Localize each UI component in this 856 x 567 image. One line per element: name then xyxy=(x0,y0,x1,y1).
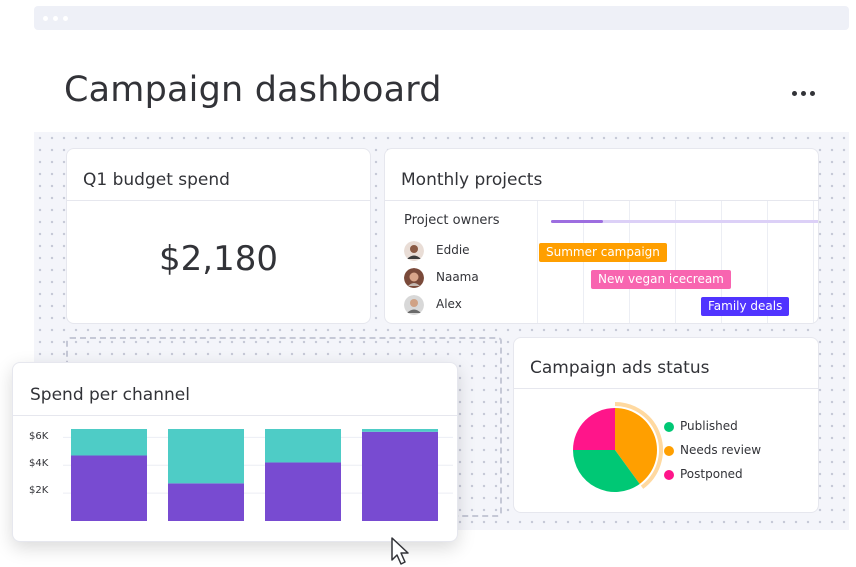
projects-card: Monthly projects Project owners Eddie Na… xyxy=(384,148,819,324)
card-divider xyxy=(67,200,370,201)
owner-name: Naama xyxy=(436,270,479,284)
timeline-progress xyxy=(551,220,603,223)
spend-bar-chart xyxy=(63,429,453,521)
bar-segment xyxy=(265,462,341,521)
spend-card[interactable]: Spend per channel $6K $4K $2K xyxy=(12,362,458,542)
mouse-cursor-icon xyxy=(391,537,409,565)
projects-card-title: Monthly projects xyxy=(401,170,543,190)
pie-slice-postponed xyxy=(573,408,615,450)
legend-label: Postponed xyxy=(680,467,743,481)
status-card-title: Campaign ads status xyxy=(530,358,710,378)
budget-card-title: Q1 budget spend xyxy=(83,170,230,190)
task-bar-vegan-icecream[interactable]: New vegan icecream xyxy=(591,270,731,289)
spend-card-title: Spend per channel xyxy=(30,385,190,405)
status-pie-chart xyxy=(573,402,663,492)
owner-name: Eddie xyxy=(436,243,470,257)
window-dot xyxy=(63,16,68,21)
legend-dot xyxy=(664,422,674,432)
page-title: Campaign dashboard xyxy=(64,70,442,110)
y-tick-label: $2K xyxy=(29,485,49,496)
bar-segment xyxy=(265,429,341,463)
y-tick-label: $4K xyxy=(29,458,49,469)
bar-segment xyxy=(168,429,244,484)
task-bar-family-deals[interactable]: Family deals xyxy=(701,297,790,316)
browser-top-bar xyxy=(34,6,849,30)
card-divider xyxy=(385,200,818,201)
window-dot xyxy=(53,16,58,21)
bar-segment xyxy=(168,483,244,521)
y-tick-label: $6K xyxy=(29,431,49,442)
legend-dot xyxy=(664,470,674,480)
bar-segment xyxy=(362,429,438,432)
window-dot xyxy=(43,16,48,21)
status-card: Campaign ads status Published Needs revi… xyxy=(513,337,819,513)
owners-label: Project owners xyxy=(404,213,500,228)
bar-segment xyxy=(362,431,438,521)
bar-segment xyxy=(71,429,147,456)
card-divider xyxy=(514,388,818,389)
legend-label: Needs review xyxy=(680,443,762,457)
card-divider xyxy=(13,415,457,416)
budget-value: $2,180 xyxy=(159,239,278,279)
more-options-icon[interactable] xyxy=(786,84,822,104)
person-avatar-icon xyxy=(404,268,424,288)
person-avatar-icon xyxy=(404,241,424,261)
owner-name: Alex xyxy=(436,297,462,311)
timeline-gridline xyxy=(537,201,538,323)
legend-dot xyxy=(664,446,674,456)
legend-label: Published xyxy=(680,419,738,433)
person-avatar-icon xyxy=(404,295,424,315)
bar-segment xyxy=(71,455,147,521)
task-bar-summer-campaign[interactable]: Summer campaign xyxy=(539,243,667,262)
budget-card: Q1 budget spend $2,180 xyxy=(66,148,371,324)
